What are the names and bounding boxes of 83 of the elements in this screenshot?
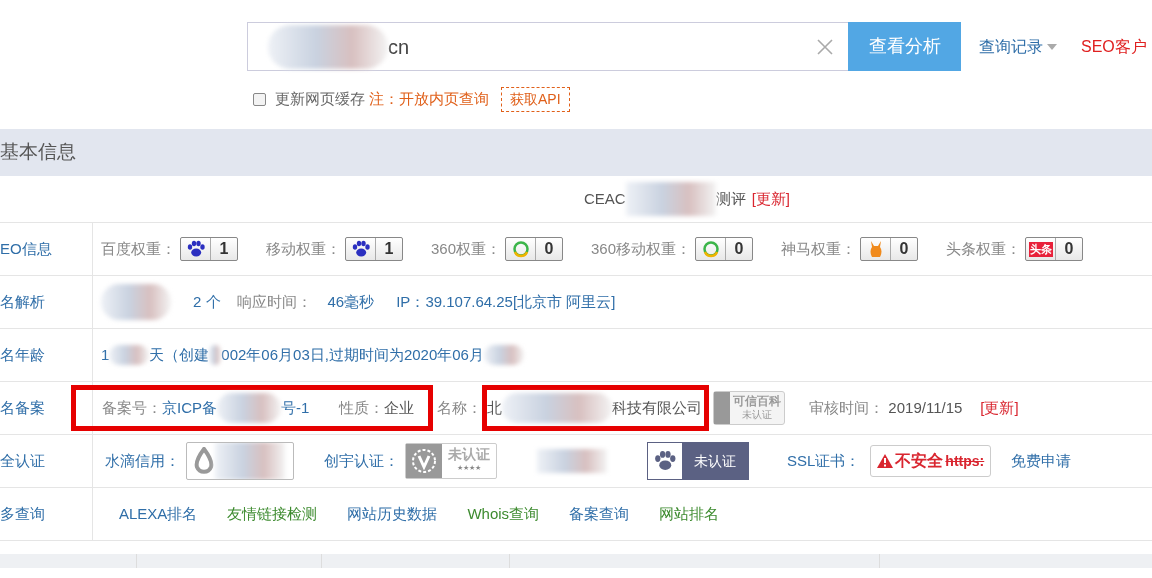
- review-date: 2019/11/15: [888, 397, 963, 418]
- filing-number-suffix: 号-1: [281, 397, 310, 418]
- weight-value: 0: [733, 239, 745, 259]
- redaction-blur: [101, 284, 171, 320]
- section-title: 基本信息: [0, 140, 76, 165]
- domain-age-text: 002年06月03日,过期时间为2020年06月: [221, 344, 484, 365]
- redaction-blur: [537, 449, 607, 473]
- badge-title: 可信百科: [733, 395, 782, 408]
- field-label: 性质：: [339, 398, 385, 416]
- weight-value: 0: [1063, 239, 1075, 259]
- field-label: SSL证书：: [787, 450, 861, 471]
- badge-status: 未认证: [693, 451, 737, 471]
- ceac-text: CEAC: [584, 188, 626, 209]
- badge-status: 未认证: [742, 408, 773, 421]
- query-link[interactable]: 网站排名: [659, 502, 720, 526]
- caret-icon: [1047, 43, 1057, 50]
- water-drop-icon: [193, 447, 215, 475]
- row-label: 全认证: [0, 450, 45, 471]
- field-label: 移动权重：: [266, 238, 341, 259]
- field-label: 创宇认证：: [324, 450, 399, 471]
- redaction-blur: [215, 443, 285, 479]
- field-label: 百度权重：: [101, 238, 176, 259]
- row-label: 名年龄: [0, 344, 45, 365]
- redaction-blur: [109, 345, 150, 365]
- query-link[interactable]: ALEXA排名: [119, 502, 198, 526]
- checkbox-label: 更新网页缓存: [275, 89, 365, 110]
- ring-icon: [511, 240, 530, 258]
- clear-icon[interactable]: [816, 37, 834, 56]
- search-field[interactable]: cn: [247, 22, 848, 71]
- field-label: 备案号：: [102, 397, 162, 418]
- ssl-status: 不安全: [895, 451, 944, 471]
- paw-icon: [653, 450, 677, 472]
- weight-value: 0: [543, 239, 555, 259]
- row-label: 名备案: [0, 397, 45, 418]
- weight-value: 1: [218, 239, 230, 259]
- company-name-suffix: 科技有限公司: [612, 397, 703, 418]
- field-label: 响应时间：: [236, 292, 312, 310]
- apply-link[interactable]: 免费申请: [1011, 449, 1072, 473]
- domain-age-text: 天（创建: [149, 344, 210, 365]
- ip-address: IP：39.107.64.25[北京市 阿里云]: [396, 291, 616, 312]
- field-label: 审核时间：: [809, 398, 885, 416]
- badge-status: 未认证: [448, 447, 490, 461]
- ceac-text: 测评: [715, 188, 746, 209]
- filing-number: 京ICP备: [162, 397, 217, 418]
- query-link[interactable]: Whois查询: [467, 502, 540, 526]
- row-label: EO信息: [0, 238, 52, 259]
- query-link[interactable]: 友情链接检测: [227, 502, 318, 526]
- record-count: 2 个: [193, 291, 221, 312]
- paw-icon: [185, 240, 206, 258]
- ring-icon: [701, 240, 720, 258]
- query-link[interactable]: 网站历史数据: [347, 502, 438, 526]
- note-link[interactable]: 注：开放内页查询: [369, 88, 489, 111]
- redaction-blur: [483, 345, 524, 365]
- company-name: 北: [487, 397, 503, 418]
- field-label: 头条权重：: [946, 238, 1022, 259]
- ssl-protocol: https:: [945, 451, 985, 471]
- row-label: 名解析: [0, 291, 45, 312]
- field-label: 360权重：: [431, 238, 502, 259]
- update-link[interactable]: [更新]: [980, 396, 1019, 420]
- update-link[interactable]: [更新]: [751, 187, 791, 211]
- filing-type: 企业: [384, 397, 415, 418]
- paw-icon: [350, 240, 371, 258]
- toutiao-icon: 头条: [1028, 241, 1053, 257]
- search-value: cn: [388, 34, 410, 60]
- redaction-blur: [217, 393, 281, 423]
- history-dropdown[interactable]: 查询记录: [979, 34, 1057, 59]
- response-time: 46毫秒: [327, 291, 375, 312]
- domain-age-text: 1: [101, 344, 110, 365]
- v-icon: [406, 444, 442, 478]
- warning-icon: [877, 454, 894, 468]
- field-label: 360移动权重：: [591, 238, 692, 259]
- cache-checkbox[interactable]: [253, 93, 266, 106]
- field-label: 水滴信用：: [105, 450, 180, 471]
- field-label: 名称：: [437, 398, 483, 416]
- api-button[interactable]: 获取API: [501, 87, 570, 112]
- field-label: 神马权重：: [781, 238, 857, 259]
- weight-value: 1: [383, 239, 395, 259]
- analyze-button[interactable]: 查看分析: [848, 22, 961, 71]
- seo-client-link[interactable]: SEO客户: [1081, 34, 1147, 59]
- query-link[interactable]: 备案查询: [569, 502, 630, 526]
- weight-value: 0: [898, 239, 910, 259]
- redaction-blur: [209, 345, 222, 365]
- row-label: 多查询: [0, 503, 45, 524]
